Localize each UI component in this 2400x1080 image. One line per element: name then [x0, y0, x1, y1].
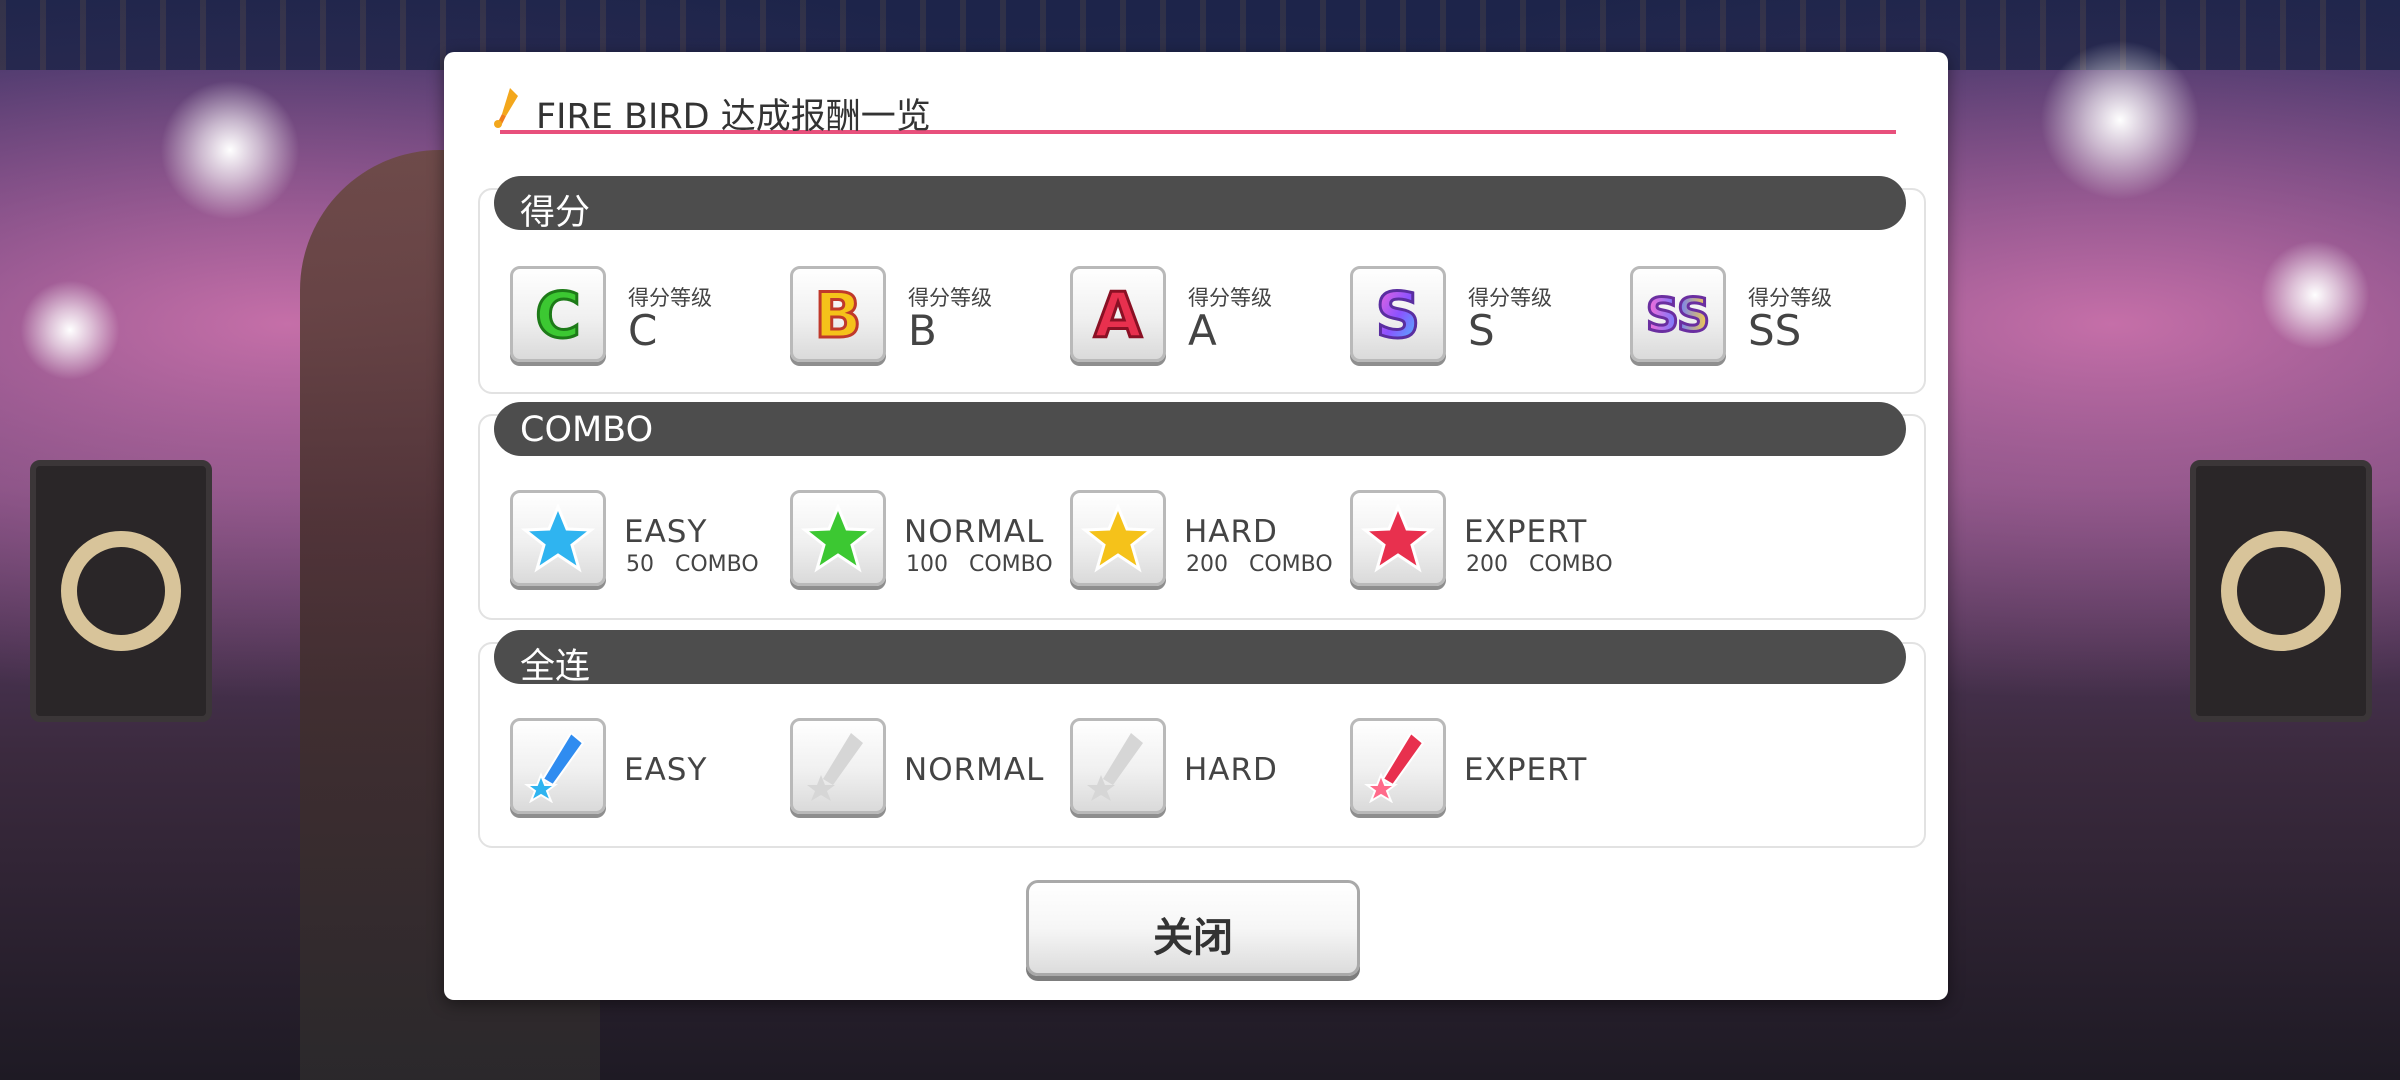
star-red-icon [1361, 503, 1435, 573]
reward-tile: B [790, 266, 886, 362]
stage-light [2260, 240, 2370, 350]
section-header: COMBO [494, 402, 1906, 456]
full-combo-section: 全连 EASY NORMAL HARD EXPERT [478, 630, 1926, 848]
star-yellow-icon [1081, 503, 1155, 573]
fullcombo-gray-icon [1087, 733, 1143, 801]
reward-tile: S [1350, 266, 1446, 362]
combo-count: 200 COMBO [1186, 552, 1333, 577]
dialog-title-bar: FIRE BIRD 达成报酬一览 [494, 82, 1896, 137]
stage-speaker [30, 460, 212, 722]
rank-value: A [1188, 306, 1217, 355]
rewards-dialog: FIRE BIRD 达成报酬一览 得分 C 得分等级 C B 得分等级 B A … [444, 52, 1948, 1000]
rank-s-icon: S [1374, 278, 1422, 352]
reward-tile [510, 490, 606, 586]
stage-light [20, 280, 120, 380]
section-label: 得分 [520, 193, 591, 233]
stage-light [160, 80, 300, 220]
rank-value: C [628, 306, 658, 355]
reward-tile [1350, 490, 1446, 586]
dialog-title: FIRE BIRD 达成报酬一览 [536, 97, 931, 137]
reward-tile: A [1070, 266, 1166, 362]
rank-value: SS [1748, 306, 1802, 355]
reward-tile [790, 718, 886, 814]
svg-text:C: C [535, 279, 581, 351]
difficulty-label: NORMAL [904, 752, 1045, 788]
star-blue-icon [521, 503, 595, 573]
difficulty-label: EASY [624, 752, 708, 788]
reward-tile [1350, 718, 1446, 814]
star-green-icon [801, 503, 875, 573]
rank-c-icon: C [534, 278, 583, 352]
stage-light [2040, 40, 2200, 200]
svg-text:A: A [1094, 279, 1142, 351]
rank-b-icon: B [813, 278, 863, 352]
difficulty-label: HARD [1184, 752, 1278, 788]
difficulty-label: NORMAL [904, 514, 1045, 550]
close-button[interactable]: 关闭 [1026, 880, 1360, 976]
difficulty-label: EXPERT [1464, 752, 1588, 788]
svg-text:B: B [814, 279, 861, 351]
stage-speaker [2190, 460, 2372, 722]
fullcombo-gray-icon [807, 733, 863, 801]
combo-count: 100 COMBO [906, 552, 1053, 577]
reward-tile [510, 718, 606, 814]
reward-tile [1070, 490, 1166, 586]
score-section: 得分 C 得分等级 C B 得分等级 B A 得分等级 A S 得分等级 S S… [478, 176, 1926, 394]
section-header: 得分 [494, 176, 1906, 233]
fullcombo-blue-icon [524, 731, 585, 803]
reward-tile: C [510, 266, 606, 362]
svg-text:S: S [1376, 279, 1421, 351]
combo-count: 50 COMBO [626, 552, 759, 577]
flame-icon [494, 88, 518, 128]
close-button-label: 关闭 [1153, 915, 1233, 961]
section-label: 全连 [520, 647, 591, 687]
combo-section: COMBO EASY 50 COMBO NORMAL 100 COMBO HAR… [478, 402, 1926, 620]
difficulty-label: EASY [624, 514, 708, 550]
svg-text:SS: SS [1646, 288, 1710, 342]
fullcombo-red-icon [1364, 731, 1425, 803]
section-label: COMBO [520, 410, 654, 450]
reward-tile [1070, 718, 1166, 814]
reward-tile: SS [1630, 266, 1726, 362]
difficulty-label: EXPERT [1464, 514, 1588, 550]
rank-ss-icon: SS [1644, 287, 1711, 344]
rank-value: S [1468, 306, 1495, 355]
reward-tile [790, 490, 886, 586]
difficulty-label: HARD [1184, 514, 1278, 550]
combo-count: 200 COMBO [1466, 552, 1613, 577]
rank-a-icon: A [1093, 278, 1144, 352]
section-header: 全连 [494, 630, 1906, 687]
rank-value: B [908, 306, 937, 355]
